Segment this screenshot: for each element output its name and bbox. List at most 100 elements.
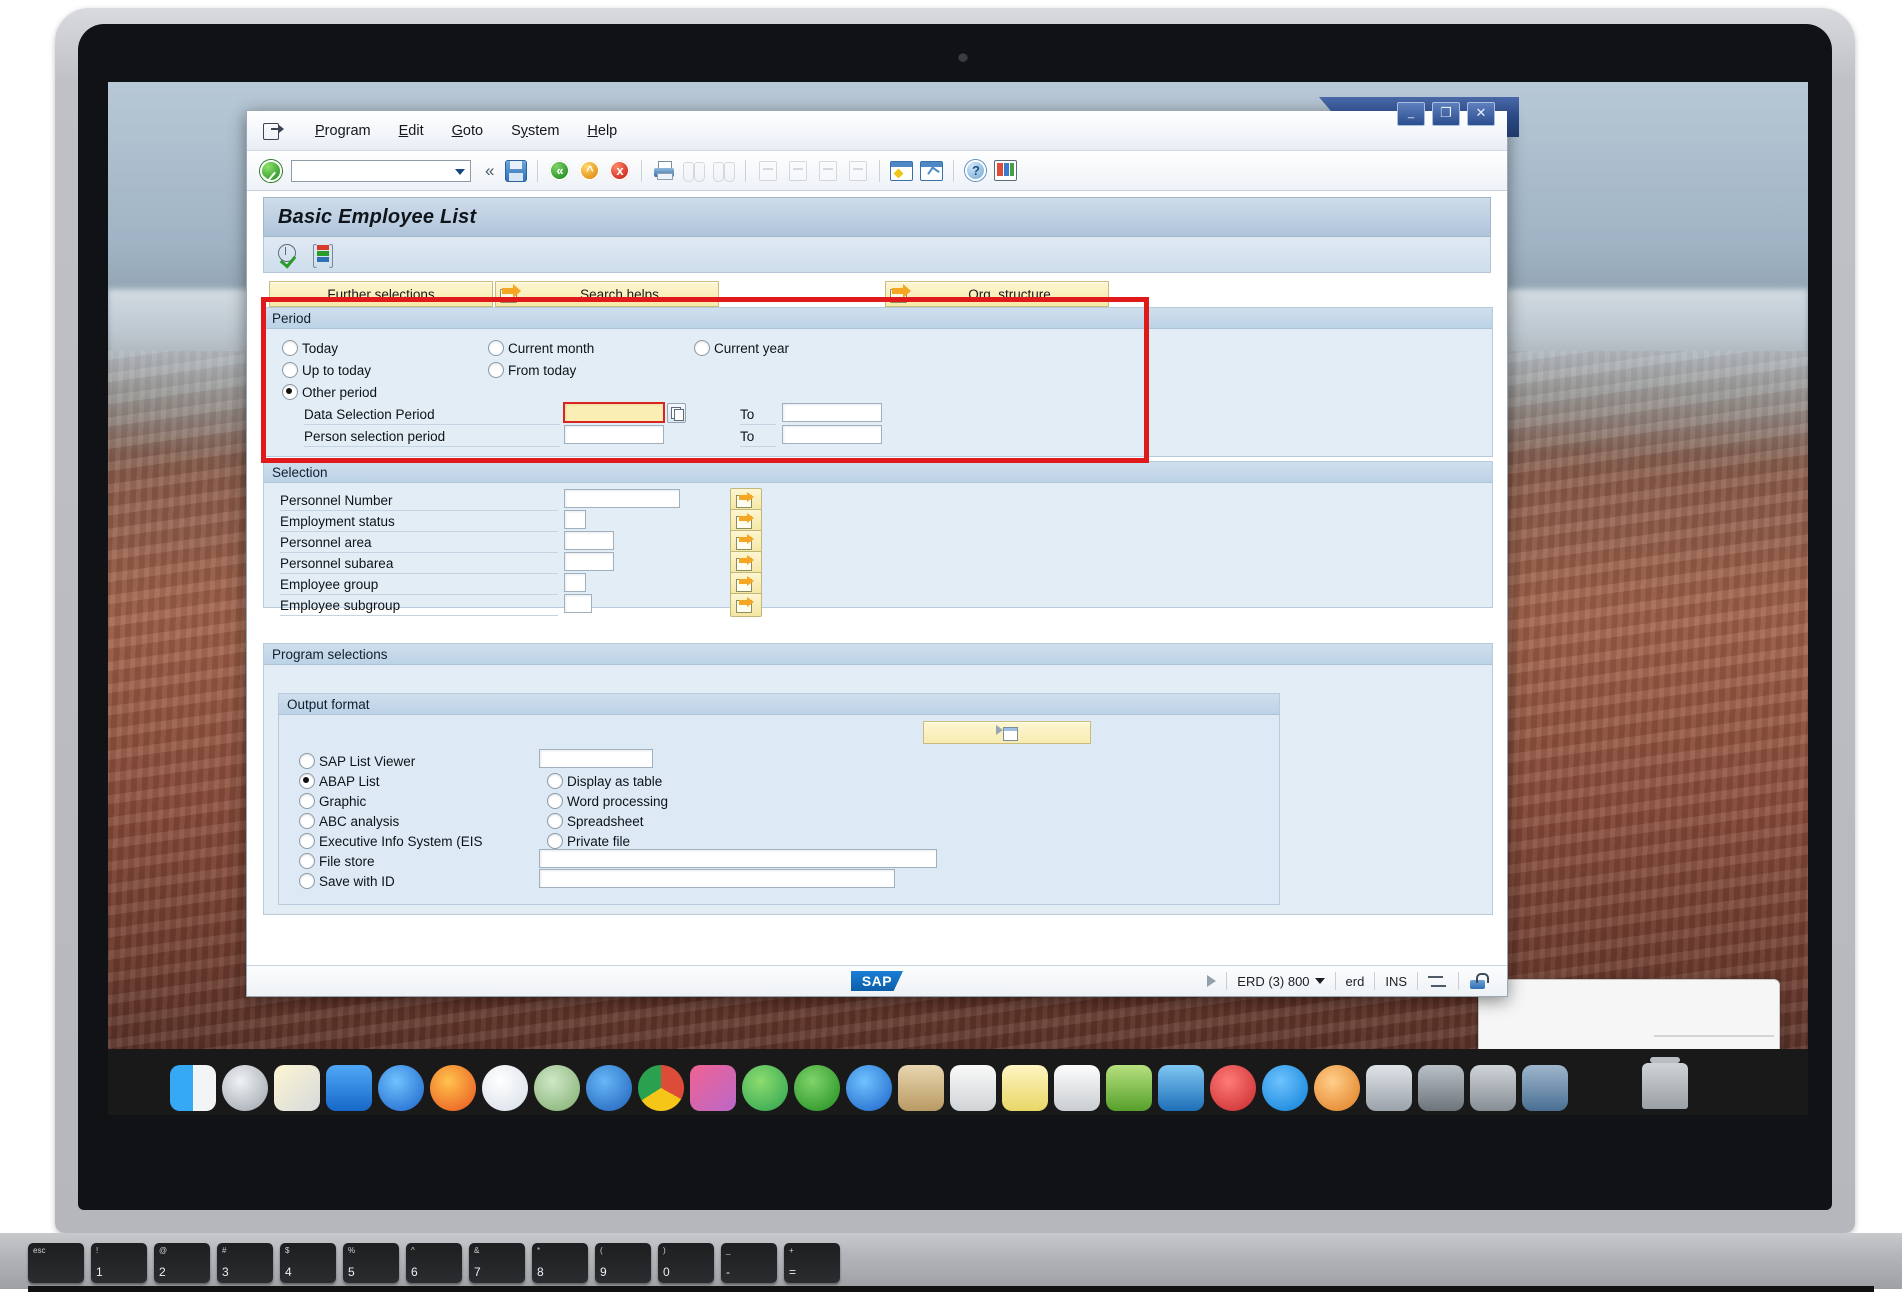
sap-list-viewer-value[interactable] — [540, 750, 652, 767]
person-selection-period-to-value[interactable] — [783, 426, 881, 443]
pages-icon[interactable] — [1054, 1065, 1100, 1111]
radio-file-store[interactable]: File store — [299, 853, 375, 869]
data-selection-period-value[interactable] — [565, 404, 663, 421]
launchpad-icon[interactable] — [274, 1065, 320, 1111]
key-6[interactable]: ^6 — [406, 1243, 462, 1283]
radio-spreadsheet[interactable]: Spreadsheet — [547, 813, 644, 829]
search-helps-button[interactable]: Search helps — [495, 281, 719, 307]
radio-current-month-marker[interactable] — [488, 340, 504, 356]
key-equals[interactable]: += — [784, 1243, 840, 1283]
chrome-icon[interactable] — [638, 1065, 684, 1111]
radio-graphic-marker[interactable] — [299, 793, 315, 809]
find-next-button[interactable] — [710, 158, 737, 184]
key-1[interactable]: !1 — [91, 1243, 147, 1283]
personnel-subarea-input[interactable] — [564, 552, 614, 571]
radio-private-file-marker[interactable] — [547, 833, 563, 849]
finder-icon[interactable] — [170, 1065, 216, 1111]
radio-display-as-table[interactable]: Display as table — [547, 773, 662, 789]
keynote-icon[interactable] — [1158, 1065, 1204, 1111]
find-button[interactable] — [680, 158, 707, 184]
multiple-selection-button[interactable] — [309, 242, 336, 268]
radio-word-processing[interactable]: Word processing — [547, 793, 668, 809]
mail-icon[interactable] — [586, 1065, 632, 1111]
contacts-icon[interactable] — [898, 1065, 944, 1111]
employee-subgroup-multi-button[interactable] — [730, 593, 762, 617]
status-lock[interactable] — [1458, 972, 1497, 990]
photos-icon[interactable] — [690, 1065, 736, 1111]
radio-private-file[interactable]: Private file — [547, 833, 630, 849]
trash-icon[interactable] — [1642, 1063, 1688, 1109]
personnel-subarea-value[interactable] — [565, 553, 613, 570]
chevron-down-icon[interactable] — [455, 169, 465, 175]
key-0[interactable]: )0 — [658, 1243, 714, 1283]
key-3[interactable]: #3 — [217, 1243, 273, 1283]
radio-display-as-table-marker[interactable] — [547, 773, 563, 789]
radio-abc-analysis-marker[interactable] — [299, 813, 315, 829]
save-with-id-input[interactable] — [539, 869, 895, 888]
radio-sap-list-viewer-marker[interactable] — [299, 753, 315, 769]
calendar-icon[interactable] — [846, 1065, 892, 1111]
person-selection-period-to-input[interactable] — [782, 425, 882, 444]
person-selection-period-value[interactable] — [565, 426, 663, 443]
command-field[interactable] — [291, 160, 471, 182]
key-2[interactable]: @2 — [154, 1243, 210, 1283]
utilities-icon[interactable] — [1470, 1065, 1516, 1111]
minimize-button[interactable]: _ — [1397, 102, 1425, 126]
execute-button[interactable] — [274, 242, 301, 268]
radio-abc-analysis[interactable]: ABC analysis — [299, 813, 399, 829]
preview-icon[interactable] — [1366, 1065, 1412, 1111]
radio-spreadsheet-marker[interactable] — [547, 813, 563, 829]
radio-current-year[interactable]: Current year — [694, 340, 789, 356]
exit-button[interactable]: ^ — [576, 158, 603, 184]
radio-abap-list[interactable]: ABAP List — [299, 773, 380, 789]
maximize-button[interactable]: ❐ — [1432, 102, 1460, 126]
create-shortcut-button[interactable] — [918, 158, 945, 184]
maps-icon[interactable] — [534, 1065, 580, 1111]
radio-save-with-id[interactable]: Save with ID — [299, 873, 395, 889]
radio-current-year-marker[interactable] — [694, 340, 710, 356]
exit-session-icon[interactable] — [263, 121, 285, 141]
close-button[interactable]: ✕ — [1467, 102, 1495, 126]
messages-icon[interactable] — [742, 1065, 788, 1111]
employee-group-input[interactable] — [564, 573, 586, 592]
radio-from-today[interactable]: From today — [488, 362, 576, 378]
output-list-button[interactable] — [923, 721, 1091, 744]
command-field-input[interactable] — [292, 161, 470, 181]
downloads-icon[interactable] — [1522, 1065, 1568, 1111]
menu-program[interactable]: Program — [301, 119, 385, 143]
radio-save-with-id-marker[interactable] — [299, 873, 315, 889]
previous-page-button[interactable] — [784, 158, 811, 184]
safari-icon[interactable] — [378, 1065, 424, 1111]
siri-icon[interactable] — [222, 1065, 268, 1111]
person-selection-period-input[interactable] — [564, 425, 664, 444]
appstore-icon[interactable] — [326, 1065, 372, 1111]
skype-icon[interactable] — [1262, 1065, 1308, 1111]
key-minus[interactable]: _- — [721, 1243, 777, 1283]
firefox-icon[interactable] — [430, 1065, 476, 1111]
menu-edit[interactable]: Edit — [385, 119, 438, 143]
save-with-id-value[interactable] — [540, 870, 894, 887]
status-expand-button[interactable] — [1197, 972, 1226, 990]
key-8[interactable]: *8 — [532, 1243, 588, 1283]
menu-system[interactable]: System — [497, 119, 573, 143]
radio-today[interactable]: Today — [282, 340, 338, 356]
personnel-area-input[interactable] — [564, 531, 614, 550]
print-button[interactable] — [650, 158, 677, 184]
menu-goto[interactable]: Goto — [438, 119, 497, 143]
status-response-time[interactable] — [1417, 972, 1458, 990]
radio-abap-list-marker[interactable] — [299, 773, 315, 789]
radio-other-period-marker[interactable] — [282, 384, 298, 400]
radio-eis[interactable]: Executive Info System (EIS — [299, 833, 483, 849]
help-button[interactable]: ? — [962, 158, 989, 184]
radio-file-store-marker[interactable] — [299, 853, 315, 869]
radio-today-marker[interactable] — [282, 340, 298, 356]
radio-from-today-marker[interactable] — [488, 362, 504, 378]
file-store-input[interactable] — [539, 849, 937, 868]
personnel-number-input[interactable] — [564, 489, 680, 508]
key-7[interactable]: &7 — [469, 1243, 525, 1283]
radio-up-to-today-marker[interactable] — [282, 362, 298, 378]
key-9[interactable]: (9 — [595, 1243, 651, 1283]
employee-subgroup-input[interactable] — [564, 594, 592, 613]
collapse-toolbar-button[interactable]: « — [480, 161, 499, 181]
reminders-icon[interactable] — [950, 1065, 996, 1111]
